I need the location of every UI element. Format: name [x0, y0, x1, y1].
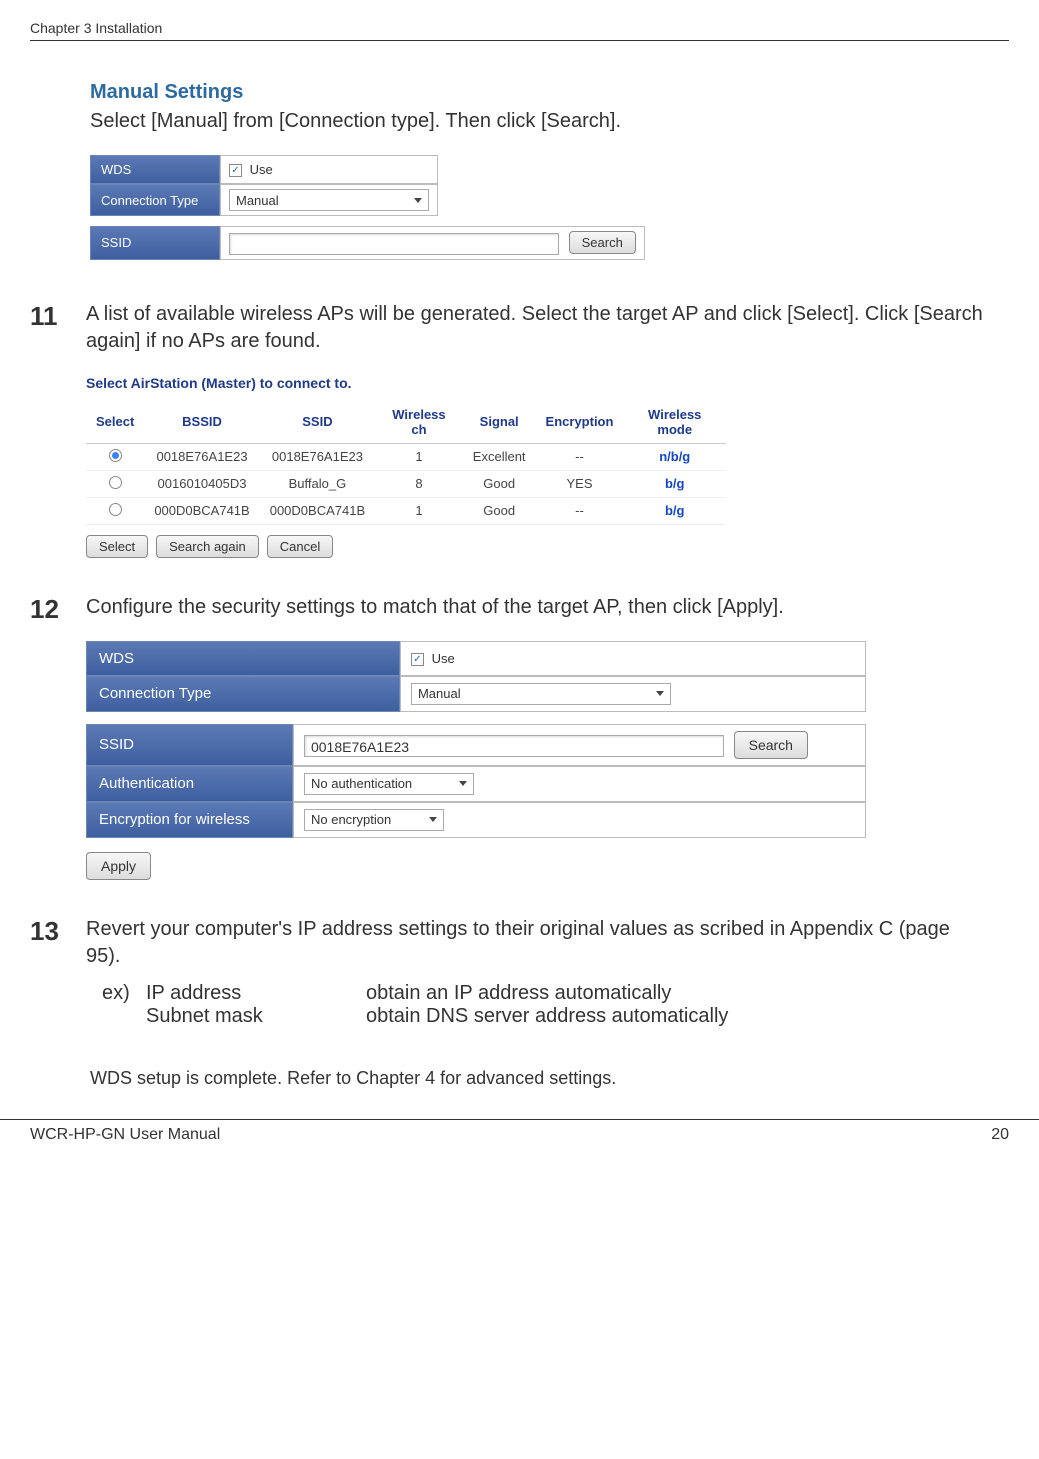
footer-page-number: 20 — [991, 1126, 1009, 1144]
ap-enc: -- — [536, 497, 624, 524]
ap-ch: 8 — [375, 470, 463, 497]
example-left: Subnet mask — [146, 1005, 366, 1028]
chevron-down-icon — [414, 198, 422, 203]
ap-bssid: 000D0BCA741B — [144, 497, 259, 524]
ap-mode: n/b/g — [659, 449, 690, 464]
wds-use-text: Use — [250, 162, 273, 177]
step-13-number: 13 — [30, 916, 68, 947]
apply-button[interactable]: Apply — [86, 852, 151, 880]
ap-col-ch: Wireless ch — [375, 401, 463, 444]
search-button[interactable]: Search — [569, 231, 636, 254]
ap-ssid: 0018E76A1E23 — [260, 443, 375, 470]
ap-bssid: 0018E76A1E23 — [144, 443, 259, 470]
example-right: obtain DNS server address automatically — [366, 1005, 989, 1028]
intro-text: Select [Manual] from [Connection type]. … — [90, 108, 989, 135]
ssid-label: SSID — [90, 226, 220, 260]
step-12-number: 12 — [30, 594, 68, 625]
wds-use-checkbox[interactable]: ✓ — [229, 164, 242, 177]
ap-col-enc: Encryption — [536, 401, 624, 444]
ssid-input[interactable] — [229, 233, 559, 255]
ap-col-select: Select — [86, 401, 144, 444]
ap-col-signal: Signal — [463, 401, 536, 444]
select-button[interactable]: Select — [86, 535, 148, 558]
search-again-button[interactable]: Search again — [156, 535, 259, 558]
ap-radio[interactable] — [109, 503, 122, 516]
ap-enc: -- — [536, 443, 624, 470]
ap-mode: b/g — [665, 476, 685, 491]
connection-type-select[interactable]: Manual — [411, 683, 671, 705]
auth-label: Authentication — [86, 766, 293, 802]
step-11-number: 11 — [30, 301, 68, 332]
example-right: obtain an IP address automatically — [366, 982, 989, 1005]
fig-connection-type: WDS ✓ Use Connection Type Manual — [90, 155, 645, 260]
ap-ssid: 000D0BCA741B — [260, 497, 375, 524]
fig-security-settings: WDS ✓ Use Connection Type Manual — [86, 641, 866, 880]
ap-row: 0018E76A1E23 0018E76A1E23 1 Excellent --… — [86, 443, 726, 470]
ap-mode: b/g — [665, 503, 685, 518]
ap-radio[interactable] — [109, 476, 122, 489]
connection-type-value: Manual — [418, 686, 461, 701]
example-prefix: ex) — [86, 982, 146, 1005]
ap-col-mode: Wireless mode — [623, 401, 726, 444]
ap-col-ssid: SSID — [260, 401, 375, 444]
ap-enc: YES — [536, 470, 624, 497]
ap-ssid: Buffalo_G — [260, 470, 375, 497]
fig-ap-list: Select AirStation (Master) to connect to… — [86, 375, 726, 558]
connection-type-label: Connection Type — [90, 184, 220, 216]
connection-type-value: Manual — [236, 193, 279, 208]
wds-use-checkbox[interactable]: ✓ — [411, 653, 424, 666]
chevron-down-icon — [429, 817, 437, 822]
encryption-select[interactable]: No encryption — [304, 809, 444, 831]
ap-list-title: Select AirStation (Master) to connect to… — [86, 375, 726, 391]
wds-label: WDS — [90, 155, 220, 184]
step-13-text: Revert your computer's IP address settin… — [86, 916, 989, 970]
wds-label: WDS — [86, 641, 400, 676]
ap-bssid: 0016010405D3 — [144, 470, 259, 497]
step-11-text: A list of available wireless APs will be… — [86, 301, 989, 355]
ap-ch: 1 — [375, 443, 463, 470]
footer-manual: WCR-HP-GN User Manual — [30, 1126, 220, 1144]
encryption-value: No encryption — [311, 812, 391, 827]
ap-radio[interactable] — [109, 449, 122, 462]
chapter-header: Chapter 3 Installation — [30, 20, 1009, 41]
closing-text: WDS setup is complete. Refer to Chapter … — [90, 1068, 989, 1089]
ap-signal: Excellent — [463, 443, 536, 470]
ap-signal: Good — [463, 497, 536, 524]
ap-row: 0016010405D3 Buffalo_G 8 Good YES b/g — [86, 470, 726, 497]
chevron-down-icon — [459, 781, 467, 786]
authentication-select[interactable]: No authentication — [304, 773, 474, 795]
chevron-down-icon — [656, 691, 664, 696]
ap-col-bssid: BSSID — [144, 401, 259, 444]
wds-use-text: Use — [432, 651, 455, 666]
ap-signal: Good — [463, 470, 536, 497]
manual-settings-title: Manual Settings — [90, 81, 989, 104]
connection-type-label: Connection Type — [86, 676, 400, 712]
connection-type-select[interactable]: Manual — [229, 189, 429, 211]
ssid-label: SSID — [86, 724, 293, 766]
example-left: IP address — [146, 982, 366, 1005]
ap-row: 000D0BCA741B 000D0BCA741B 1 Good -- b/g — [86, 497, 726, 524]
cancel-button[interactable]: Cancel — [267, 535, 333, 558]
ssid-input[interactable]: 0018E76A1E23 — [304, 735, 724, 757]
ap-ch: 1 — [375, 497, 463, 524]
authentication-value: No authentication — [311, 776, 412, 791]
encryption-label: Encryption for wireless — [86, 802, 293, 838]
step-12-text: Configure the security settings to match… — [86, 594, 989, 621]
search-button[interactable]: Search — [734, 731, 808, 759]
